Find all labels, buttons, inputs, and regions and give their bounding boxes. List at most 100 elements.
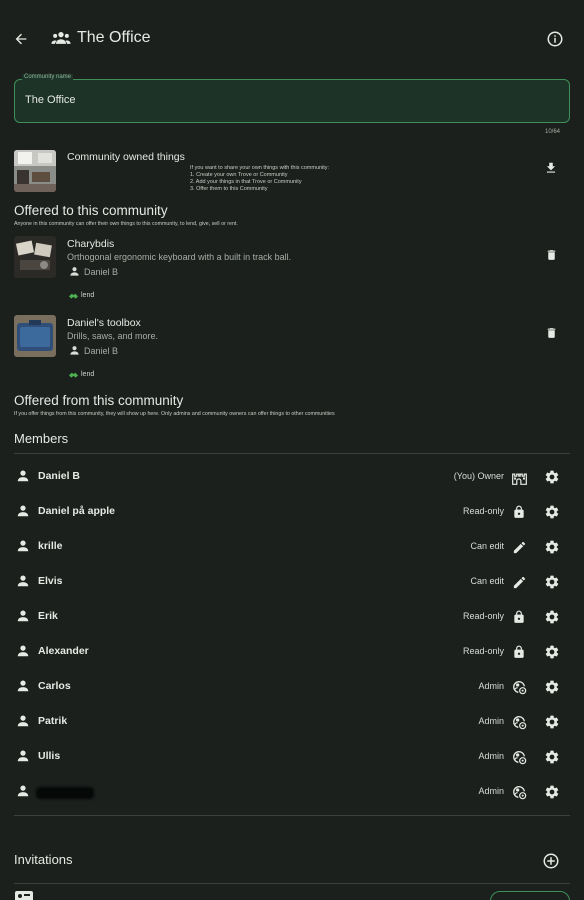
item-thumbnail[interactable]	[14, 315, 56, 357]
owner-name: Daniel B	[84, 266, 119, 277]
admin-icon	[509, 747, 529, 767]
info-icon[interactable]	[542, 26, 568, 52]
member-name: Daniel B	[38, 470, 81, 482]
member-role: Can edit	[470, 541, 504, 551]
member-row[interactable]: Admin	[0, 775, 584, 810]
member-role: Admin	[478, 751, 504, 761]
handshake-icon	[69, 293, 78, 299]
member-row[interactable]: Ullis Admin	[0, 740, 584, 775]
member-name: krille	[38, 540, 63, 552]
delete-icon[interactable]	[541, 323, 561, 343]
pencil-icon	[509, 572, 529, 592]
person-icon	[70, 267, 79, 276]
members-heading: Members	[14, 431, 69, 446]
badge-icon	[15, 891, 33, 900]
person-icon	[16, 504, 32, 520]
person-icon	[16, 714, 32, 730]
back-arrow-icon[interactable]	[8, 26, 34, 52]
invitations-heading: Invitations	[14, 852, 73, 867]
settings-gear-icon[interactable]	[542, 712, 562, 732]
settings-gear-icon[interactable]	[542, 747, 562, 767]
settings-gear-icon[interactable]	[542, 467, 562, 487]
person-icon	[16, 679, 32, 695]
offered-from-title: Offered from this community	[14, 393, 184, 408]
member-row[interactable]: Patrik Admin	[0, 705, 584, 740]
member-name: Ullis	[38, 750, 61, 762]
member-row[interactable]: Elvis Can edit	[0, 565, 584, 600]
member-role: Admin	[478, 786, 504, 796]
member-name: Carlos	[38, 680, 71, 692]
instruction-line: 2. Add your things in that Trove or Comm…	[190, 179, 302, 185]
bottom-action-button[interactable]	[490, 891, 570, 900]
member-name: Patrik	[38, 715, 68, 727]
community-name-field[interactable]	[14, 79, 570, 123]
settings-gear-icon[interactable]	[542, 572, 562, 592]
person-icon	[70, 346, 79, 355]
lock-icon	[509, 642, 529, 662]
delete-icon[interactable]	[541, 245, 561, 265]
lock-icon	[509, 607, 529, 627]
community-name-input[interactable]	[25, 94, 525, 106]
member-name: Alexander	[38, 645, 89, 657]
member-role: Read-only	[462, 646, 504, 656]
settings-gear-icon[interactable]	[542, 677, 562, 697]
member-role: Can edit	[470, 576, 504, 586]
item-thumbnail[interactable]	[14, 236, 56, 278]
owner-name: Daniel B	[84, 345, 119, 356]
person-icon	[16, 539, 32, 555]
admin-icon	[509, 712, 529, 732]
lend-tag: lend	[68, 370, 94, 379]
member-role: Admin	[478, 716, 504, 726]
member-row[interactable]: Erik Read-only	[0, 600, 584, 635]
community-owned-title: Community owned things	[67, 151, 185, 163]
member-name: Erik	[38, 610, 58, 622]
offered-from-subtitle: If you offer things from this community,…	[14, 411, 335, 417]
divider	[14, 453, 570, 454]
person-icon	[16, 574, 32, 590]
pencil-icon	[509, 537, 529, 557]
member-row[interactable]: Daniel B (You) Owner	[0, 460, 584, 495]
member-row[interactable]: krille Can edit	[0, 530, 584, 565]
item-title[interactable]: Daniel's toolbox	[67, 317, 141, 329]
admin-icon	[509, 677, 529, 697]
tag-label: lend	[81, 292, 95, 299]
community-thumbnail	[14, 150, 56, 192]
item-owner: Daniel B	[69, 266, 118, 277]
settings-gear-icon[interactable]	[542, 607, 562, 627]
page-title: The Office	[77, 29, 151, 46]
instruction-line: If you want to share your own things wit…	[190, 165, 330, 171]
instruction-line: 1. Create your own Trove or Community	[190, 172, 288, 178]
member-name: Daniel på apple	[38, 505, 116, 517]
person-icon	[16, 749, 32, 765]
instruction-line: 3. Offer them to this Community	[190, 186, 268, 192]
download-icon[interactable]	[541, 158, 561, 178]
item-owner: Daniel B	[69, 345, 118, 356]
person-icon	[16, 469, 32, 485]
member-role: Admin	[478, 681, 504, 691]
app-bar: The Office	[0, 0, 584, 78]
member-row[interactable]: Daniel på apple Read-only	[0, 495, 584, 530]
redacted-name	[36, 787, 94, 799]
item-description: Orthogonal ergonomic keyboard with a bui…	[67, 252, 292, 262]
settings-gear-icon[interactable]	[542, 642, 562, 662]
item-description: Drills, saws, and more.	[67, 331, 159, 341]
lend-tag: lend	[68, 291, 94, 300]
member-role: Read-only	[462, 506, 504, 516]
community-name-label: Community name	[22, 74, 74, 80]
settings-gear-icon[interactable]	[542, 782, 562, 802]
settings-gear-icon[interactable]	[542, 502, 562, 522]
item-title[interactable]: Charybdis	[67, 238, 114, 250]
group-icon	[51, 30, 71, 46]
character-counter: 10/64	[544, 129, 560, 135]
settings-gear-icon[interactable]	[542, 537, 562, 557]
offered-to-subtitle: Anyone in this community can offer their…	[14, 221, 238, 227]
member-row[interactable]: Alexander Read-only	[0, 635, 584, 670]
divider	[14, 883, 570, 884]
person-icon	[16, 784, 32, 800]
add-invitation-icon[interactable]	[541, 851, 561, 871]
castle-icon	[509, 467, 529, 487]
offered-to-title: Offered to this community	[14, 203, 168, 218]
share-instructions: If you want to share your own things wit…	[190, 165, 329, 193]
member-row[interactable]: Carlos Admin	[0, 670, 584, 705]
member-role: (You) Owner	[453, 471, 504, 481]
